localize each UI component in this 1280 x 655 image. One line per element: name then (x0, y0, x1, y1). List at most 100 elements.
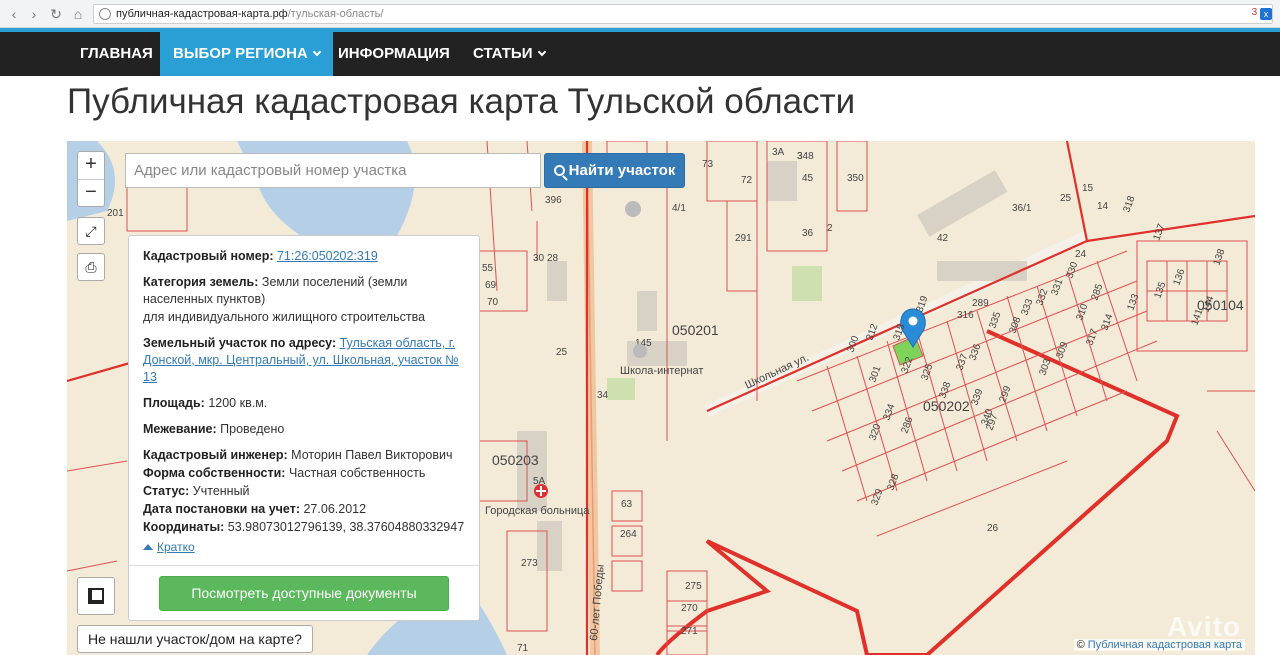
zoom-out-button[interactable]: − (78, 179, 104, 206)
extension-icon[interactable]: x (1260, 8, 1272, 20)
parcel-number-label: 325 (919, 362, 935, 382)
nav-articles[interactable]: СТАТЬИ (460, 32, 558, 76)
parcel-number-label: 63 (621, 499, 633, 510)
layers-button[interactable] (77, 577, 115, 615)
parcel-number-label: 34 (597, 390, 609, 401)
print-button[interactable]: ⎙ (77, 253, 105, 281)
parcel-number-label: 135 (1152, 280, 1168, 300)
quarter-labels: 050201 050202 050203 050104 (492, 297, 1244, 468)
parcel-number-label: 133 (1125, 292, 1141, 312)
survey-label: Межевание: (143, 422, 217, 436)
land-use-value: для индивидуального жилищного строительс… (143, 310, 426, 324)
parcel-number-label: 55 (482, 263, 494, 274)
parcel-number-label: 30 (533, 253, 545, 264)
parcel-number-label: 4/1 (672, 203, 686, 214)
address-bar[interactable]: публичная-кадастровая-карта.рф/тульская-… (93, 4, 1273, 24)
reload-icon[interactable]: ↻ (46, 4, 66, 24)
parcel-number-label: 15 (1082, 183, 1094, 194)
quarter-label: 050201 (672, 322, 719, 338)
home-icon[interactable]: ⌂ (68, 4, 88, 24)
green-area (792, 266, 822, 301)
parcel-number-label: 312 (864, 322, 880, 342)
address-label: Земельный участок по адресу: (143, 336, 337, 350)
printer-icon: ⎙ (85, 259, 97, 275)
engineer-value: Моторин Павел Викторович (291, 448, 453, 462)
parcel-number-label: 264 (620, 529, 637, 540)
forward-icon[interactable]: › (24, 4, 44, 24)
chevron-down-icon (312, 47, 322, 57)
parcel-number-label: 316 (957, 310, 974, 321)
view-documents-button[interactable]: Посмотреть доступные документы (159, 576, 449, 611)
area-value: 1200 кв.м. (208, 396, 268, 410)
registration-date-value: 27.06.2012 (303, 502, 367, 516)
parcel-number-label: 14 (1097, 201, 1109, 212)
parcel-number-label: 350 (847, 173, 864, 184)
parcel-number-label: 28 (547, 253, 559, 264)
search-icon (553, 165, 565, 176)
not-found-button[interactable]: Не нашли участок/дом на карте? (77, 625, 313, 653)
parcel-number-label: 339 (969, 387, 985, 407)
search-button[interactable]: Найти участок (544, 153, 685, 188)
parcel-number-label: 330 (1064, 260, 1080, 280)
nav-home[interactable]: ГЛАВНАЯ (67, 32, 166, 76)
zoom-in-button[interactable]: + (78, 152, 104, 179)
parcel-number-label: 301 (867, 364, 883, 384)
back-icon[interactable]: ‹ (4, 4, 24, 24)
engineer-label: Кадастровый инженер: (143, 448, 288, 462)
nav-region-select[interactable]: ВЫБОР РЕГИОНА (160, 32, 333, 76)
cadastral-map[interactable]: 050201 050202 050203 050104 Школа-интерн… (67, 141, 1255, 655)
search-button-label: Найти участок (568, 162, 676, 179)
parcel-number-label: 314 (1099, 312, 1115, 332)
parcel-number-label: 333 (1019, 297, 1035, 317)
triangle-up-icon (143, 544, 153, 550)
parcel-number-label: 25 (1060, 193, 1072, 204)
status-value: Учтенный (192, 484, 250, 498)
quarter-label: 050203 (492, 452, 539, 468)
zoom-control: + − (77, 151, 105, 207)
parcel-number-label: 138 (1211, 247, 1227, 267)
search-input[interactable] (125, 153, 541, 188)
survey-value: Проведено (220, 422, 285, 436)
cadastral-number-link[interactable]: 71:26:050202:319 (277, 249, 378, 263)
fullscreen-button[interactable]: ⤢ (77, 217, 105, 245)
parcel-number-label: 308 (1007, 315, 1023, 335)
extensions[interactable]: 3 x (1252, 7, 1272, 20)
nav-information[interactable]: ИНФОРМАЦИЯ (325, 32, 463, 76)
page-title: Публичная кадастровая карта Тульской обл… (67, 82, 856, 121)
divider (129, 565, 479, 566)
place-label: Городская больница (485, 505, 590, 517)
parcel-number-label: 328 (885, 472, 901, 492)
collapse-label: Кратко (157, 540, 195, 554)
nav-articles-label: СТАТЬИ (473, 45, 533, 62)
parcel-number-label: 336 (967, 342, 983, 362)
cadastral-number-label: Кадастровый номер: (143, 249, 274, 263)
school-icon (633, 344, 647, 358)
land-category-label: Категория земель: (143, 275, 259, 289)
main-navbar: ГЛАВНАЯ ВЫБОР РЕГИОНА ИНФОРМАЦИЯ СТАТЬИ (0, 32, 1280, 76)
url-path: /тульская-область/ (287, 8, 384, 20)
parcel-number-label: 136 (1171, 267, 1187, 287)
extension-count: 3 (1251, 7, 1258, 18)
url-domain: публичная-кадастровая-карта.рф (116, 8, 288, 20)
parcel-number-label: 36 (802, 228, 814, 239)
parcel-number-label: 45 (802, 173, 814, 184)
parcel-number-label: 70 (487, 297, 499, 308)
collapse-link[interactable]: Кратко (143, 539, 465, 556)
coordinates-label: Координаты: (143, 520, 225, 534)
parcel-number-label: 289 (972, 298, 989, 309)
place-label: Школа-интернат (620, 365, 703, 377)
large-parcel-outline (655, 329, 1180, 655)
parcel-number-label: 25 (556, 347, 568, 358)
attribution-link[interactable]: Публичная кадастровая карта (1088, 639, 1242, 651)
globe-icon (99, 8, 111, 20)
parcel-number-label: 396 (545, 195, 562, 206)
parcel-number-label: 36/1 (1012, 203, 1032, 214)
status-label: Статус: (143, 484, 190, 498)
school-icon (625, 201, 641, 217)
parcel-number-label: 334 (881, 402, 897, 422)
parcel-number-label: 270 (681, 603, 698, 614)
parcel-number-label: 24 (1075, 249, 1087, 260)
parcel-number-label: 285 (1089, 282, 1105, 302)
parcel-number-label: 71 (517, 643, 529, 654)
parcel-number-label: 72 (741, 175, 753, 186)
